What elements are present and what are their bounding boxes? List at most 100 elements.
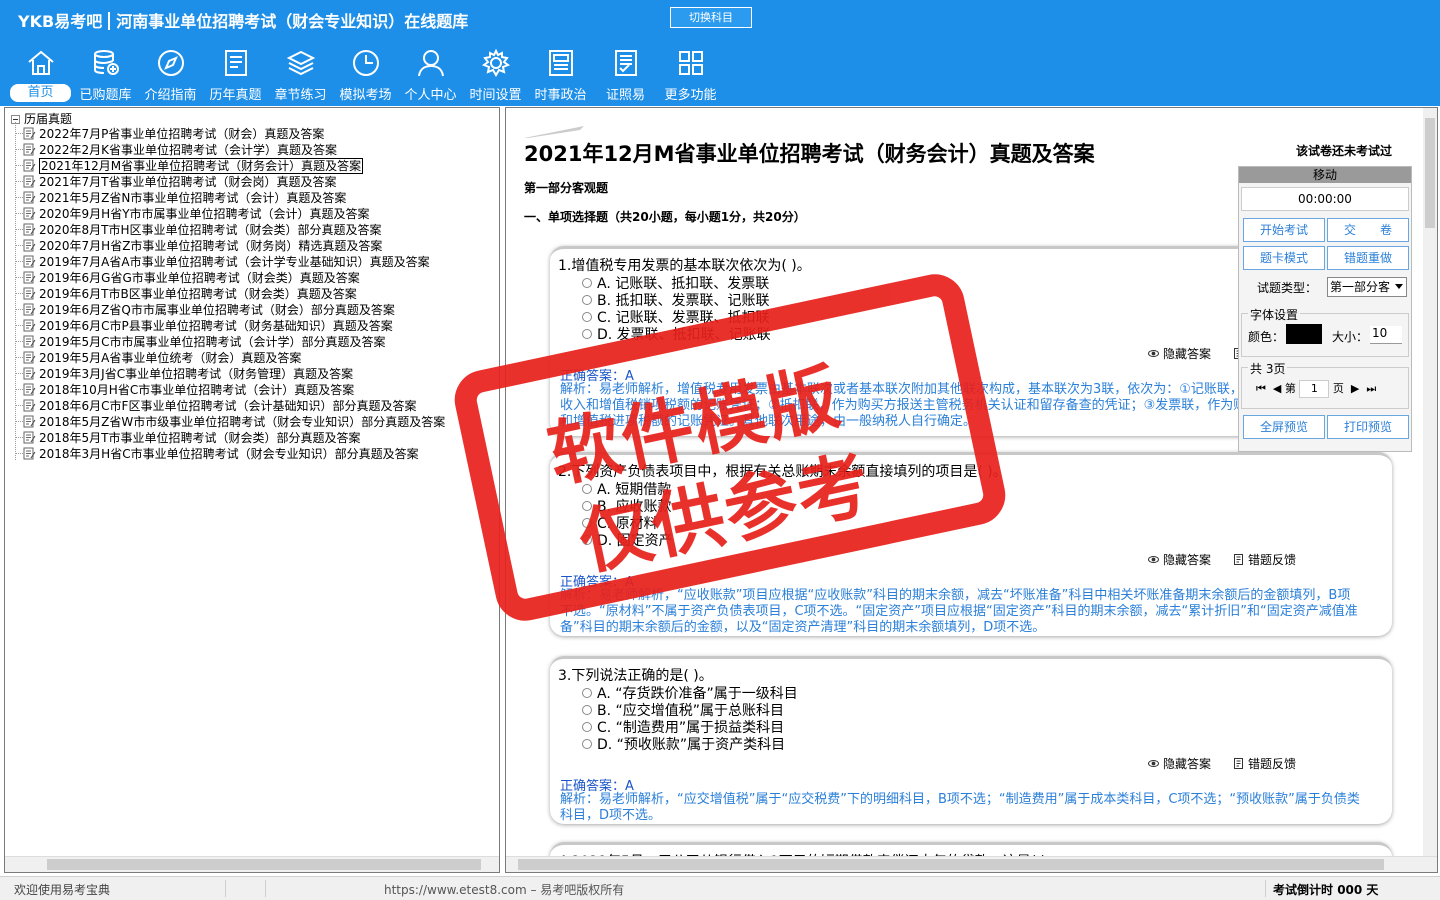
fullscreen-preview-button[interactable]: 全屏预览 — [1243, 415, 1325, 439]
error-feedback-button[interactable]: 错题反馈 — [1233, 757, 1296, 771]
exam-title: 2021年12月M省事业单位招聘考试（财务会计）真题及答案 — [524, 142, 1095, 166]
toolbar-label: 证照易 — [605, 88, 645, 103]
tree-item[interactable]: 2019年5月A省事业单位统考（财会）真题及答案 — [15, 350, 301, 366]
section-title: 一、单项选择题（共20小题，每小题1分，共20分） — [524, 210, 806, 224]
total-pages-label: 共 3页 — [1248, 360, 1288, 377]
tree-item[interactable]: 2021年7月T省事业单位招聘考试（财会岗）真题及答案 — [15, 174, 337, 190]
tree-item[interactable]: 2019年7月A省A市事业单位招聘考试（会计学专业基础知识）真题及答案 — [15, 254, 430, 270]
toolbar-past-exams[interactable]: 历年真题 — [203, 46, 268, 104]
radio-button[interactable] — [582, 722, 592, 732]
toolbar-label: 个人中心 — [404, 88, 457, 103]
tree-item[interactable]: 2021年12月M省事业单位招聘考试（财务会计）真题及答案 — [15, 158, 364, 174]
tree-item[interactable]: 2018年6月C市F区事业单位招聘考试（会计基础知识）部分真题及答案 — [15, 398, 416, 414]
status-welcome: 欢迎使用易考宝典 — [14, 883, 111, 897]
tree-item[interactable]: 2020年9月H省Y市市属事业单位招聘考试（会计）真题及答案 — [15, 206, 370, 222]
toolbar-personal-center[interactable]: 个人中心 — [398, 46, 463, 104]
move-handle[interactable]: 移动 — [1239, 167, 1411, 183]
next-page-icon[interactable]: ▶ — [1351, 382, 1359, 395]
layers-icon — [286, 50, 316, 76]
toolbar-mock-exam[interactable]: 模拟考场 — [333, 46, 398, 104]
radio-button[interactable] — [582, 295, 592, 305]
tree-item[interactable]: 2018年10月H省C市事业单位招聘考试（会计）真题及答案 — [15, 382, 354, 398]
tree-item[interactable]: 2019年3月J省C事业单位招聘考试（财务管理）真题及答案 — [15, 366, 353, 382]
card-mode-button[interactable]: 题卡模式 — [1243, 246, 1325, 270]
right-horizontal-scrollbar[interactable] — [506, 856, 1437, 872]
part-title: 第一部分客观题 — [524, 181, 609, 195]
document-edit-icon — [23, 431, 36, 444]
question-type-select[interactable]: 第一部分客 — [1327, 277, 1407, 297]
prev-page-icon[interactable]: ◀ — [1273, 382, 1281, 395]
submit-button[interactable]: 交 卷 — [1327, 218, 1409, 242]
tree-item[interactable]: 2019年6月G省G市事业单位招聘考试（财会类）真题及答案 — [15, 270, 360, 286]
toolbar-label: 介绍指南 — [144, 88, 197, 103]
first-page-icon[interactable]: ⏮ — [1256, 382, 1266, 395]
radio-button[interactable] — [582, 688, 592, 698]
font-color-swatch[interactable] — [1286, 324, 1322, 344]
left-horizontal-scrollbar[interactable] — [5, 856, 499, 872]
pager-group: 共 3页 ⏮ ◀ 第 1 页 ▶ ⏭ — [1241, 360, 1409, 409]
hide-answer-button[interactable]: 隐藏答案 — [1147, 553, 1211, 567]
document-edit-icon — [23, 175, 36, 188]
tree-item[interactable]: 2019年5月C市市属事业单位招聘考试（会计学）部分真题及答案 — [15, 334, 386, 350]
main-toolbar: 首页 已购题库 介绍指南 历年真题 章节练习 模拟考场 个人中心 时间设置 时事… — [8, 46, 723, 104]
toolbar-chapter-practice[interactable]: 章节练习 — [268, 46, 333, 104]
header-bar: YKB易考吧 河南事业单位招聘考试（财会专业知识）在线题库 切换科目 首页 已购题… — [0, 0, 1440, 106]
tree-item[interactable]: 2020年8月T市H区事业单位招聘考试（财会类）部分真题及答案 — [15, 222, 382, 238]
radio-button[interactable] — [582, 312, 592, 322]
right-vertical-scrollbar[interactable] — [1423, 108, 1437, 858]
user-icon — [418, 50, 444, 77]
eye-icon — [1147, 556, 1159, 563]
eye-icon — [1147, 350, 1159, 357]
tree-item[interactable]: 2022年2月K省事业单位招聘考试（会计学）真题及答案 — [15, 142, 337, 158]
document-list-icon — [225, 50, 247, 76]
radio-button[interactable] — [582, 329, 592, 339]
toolbar-label: 首页 — [10, 84, 71, 102]
switch-subject-button[interactable]: 切换科目 — [670, 7, 752, 28]
exam-tree-panel: 历届真题 2022年7月P省事业单位招聘考试（财会）真题及答案 2022年2月K省… — [4, 107, 500, 873]
toolbar-more[interactable]: 更多功能 — [658, 46, 723, 104]
exam-control-panel: 移动 00:00:00 开始考试 交 卷 题卡模式 错题重做 试题类型： 第一部… — [1238, 166, 1412, 452]
start-exam-button[interactable]: 开始考试 — [1243, 218, 1325, 242]
toolbar-purchased[interactable]: 已购题库 — [73, 46, 138, 104]
document-edit-icon — [23, 351, 36, 364]
print-preview-button[interactable]: 打印预览 — [1327, 415, 1409, 439]
toolbar-certificate[interactable]: 证照易 — [593, 46, 658, 104]
feedback-icon — [1233, 554, 1243, 565]
toolbar-time-settings[interactable]: 时间设置 — [463, 46, 528, 104]
chevron-down-icon — [1395, 284, 1403, 289]
redo-wrong-button[interactable]: 错题重做 — [1327, 246, 1409, 270]
pager: ⏮ ◀ 第 1 页 ▶ ⏭ — [1256, 380, 1376, 398]
eye-icon — [1147, 760, 1159, 767]
radio-button[interactable] — [582, 739, 592, 749]
page-input[interactable]: 1 — [1299, 380, 1330, 398]
tree-item[interactable]: 2018年3月H省C市事业单位招聘考试（财会专业知识）部分真题及答案 — [15, 446, 419, 462]
tree-item[interactable]: 2021年5月Z省N市事业单位招聘考试（会计）真题及答案 — [15, 190, 346, 206]
toolbar-label: 时事政治 — [534, 88, 587, 103]
answer-option[interactable]: D. “预收账款”属于资产类科目 — [582, 734, 785, 754]
font-size-input[interactable]: 10 — [1370, 326, 1402, 344]
last-page-icon[interactable]: ⏭ — [1366, 382, 1376, 395]
hide-answer-button[interactable]: 隐藏答案 — [1147, 757, 1211, 771]
tree-item[interactable]: 2019年6月C市P县事业单位招聘考试（财务基础知识）真题及答案 — [15, 318, 393, 334]
hide-answer-button[interactable]: 隐藏答案 — [1147, 347, 1211, 361]
tree-item[interactable]: 2019年6月Z省Q市市属事业单位招聘考试（财会）部分真题及答案 — [15, 302, 395, 318]
tree-item[interactable]: 2022年7月P省事业单位招聘考试（财会）真题及答案 — [15, 126, 324, 142]
title-decoration-icon — [524, 126, 584, 138]
toolbar-guide[interactable]: 介绍指南 — [138, 46, 203, 104]
tree-root[interactable]: 历届真题 — [11, 110, 72, 127]
document-edit-icon — [23, 255, 36, 268]
toolbar-current-affairs[interactable]: 时事政治 — [528, 46, 593, 104]
tree-item[interactable]: 2018年5月Z省W市市级事业单位招聘考试（财会专业知识）部分真题及答案 — [15, 414, 445, 430]
radio-button[interactable] — [582, 278, 592, 288]
compass-icon — [158, 50, 184, 76]
toolbar-home[interactable]: 首页 — [8, 46, 73, 104]
tree-item[interactable]: 2019年6月T市B区事业单位招聘考试（财会类）真题及答案 — [15, 286, 357, 302]
tree-item[interactable]: 2020年7月H省Z市事业单位招聘考试（财务岗）精选真题及答案 — [15, 238, 382, 254]
newspaper-icon — [549, 50, 573, 76]
tree-item[interactable]: 2018年5月T市事业单位招聘考试（财会类）部分真题及答案 — [15, 430, 361, 446]
question-text: 3.下列说法正确的是( )。 — [558, 668, 713, 684]
gear-icon — [481, 48, 511, 77]
radio-button[interactable] — [582, 705, 592, 715]
document-edit-icon — [23, 399, 36, 412]
error-feedback-button[interactable]: 错题反馈 — [1233, 553, 1296, 567]
